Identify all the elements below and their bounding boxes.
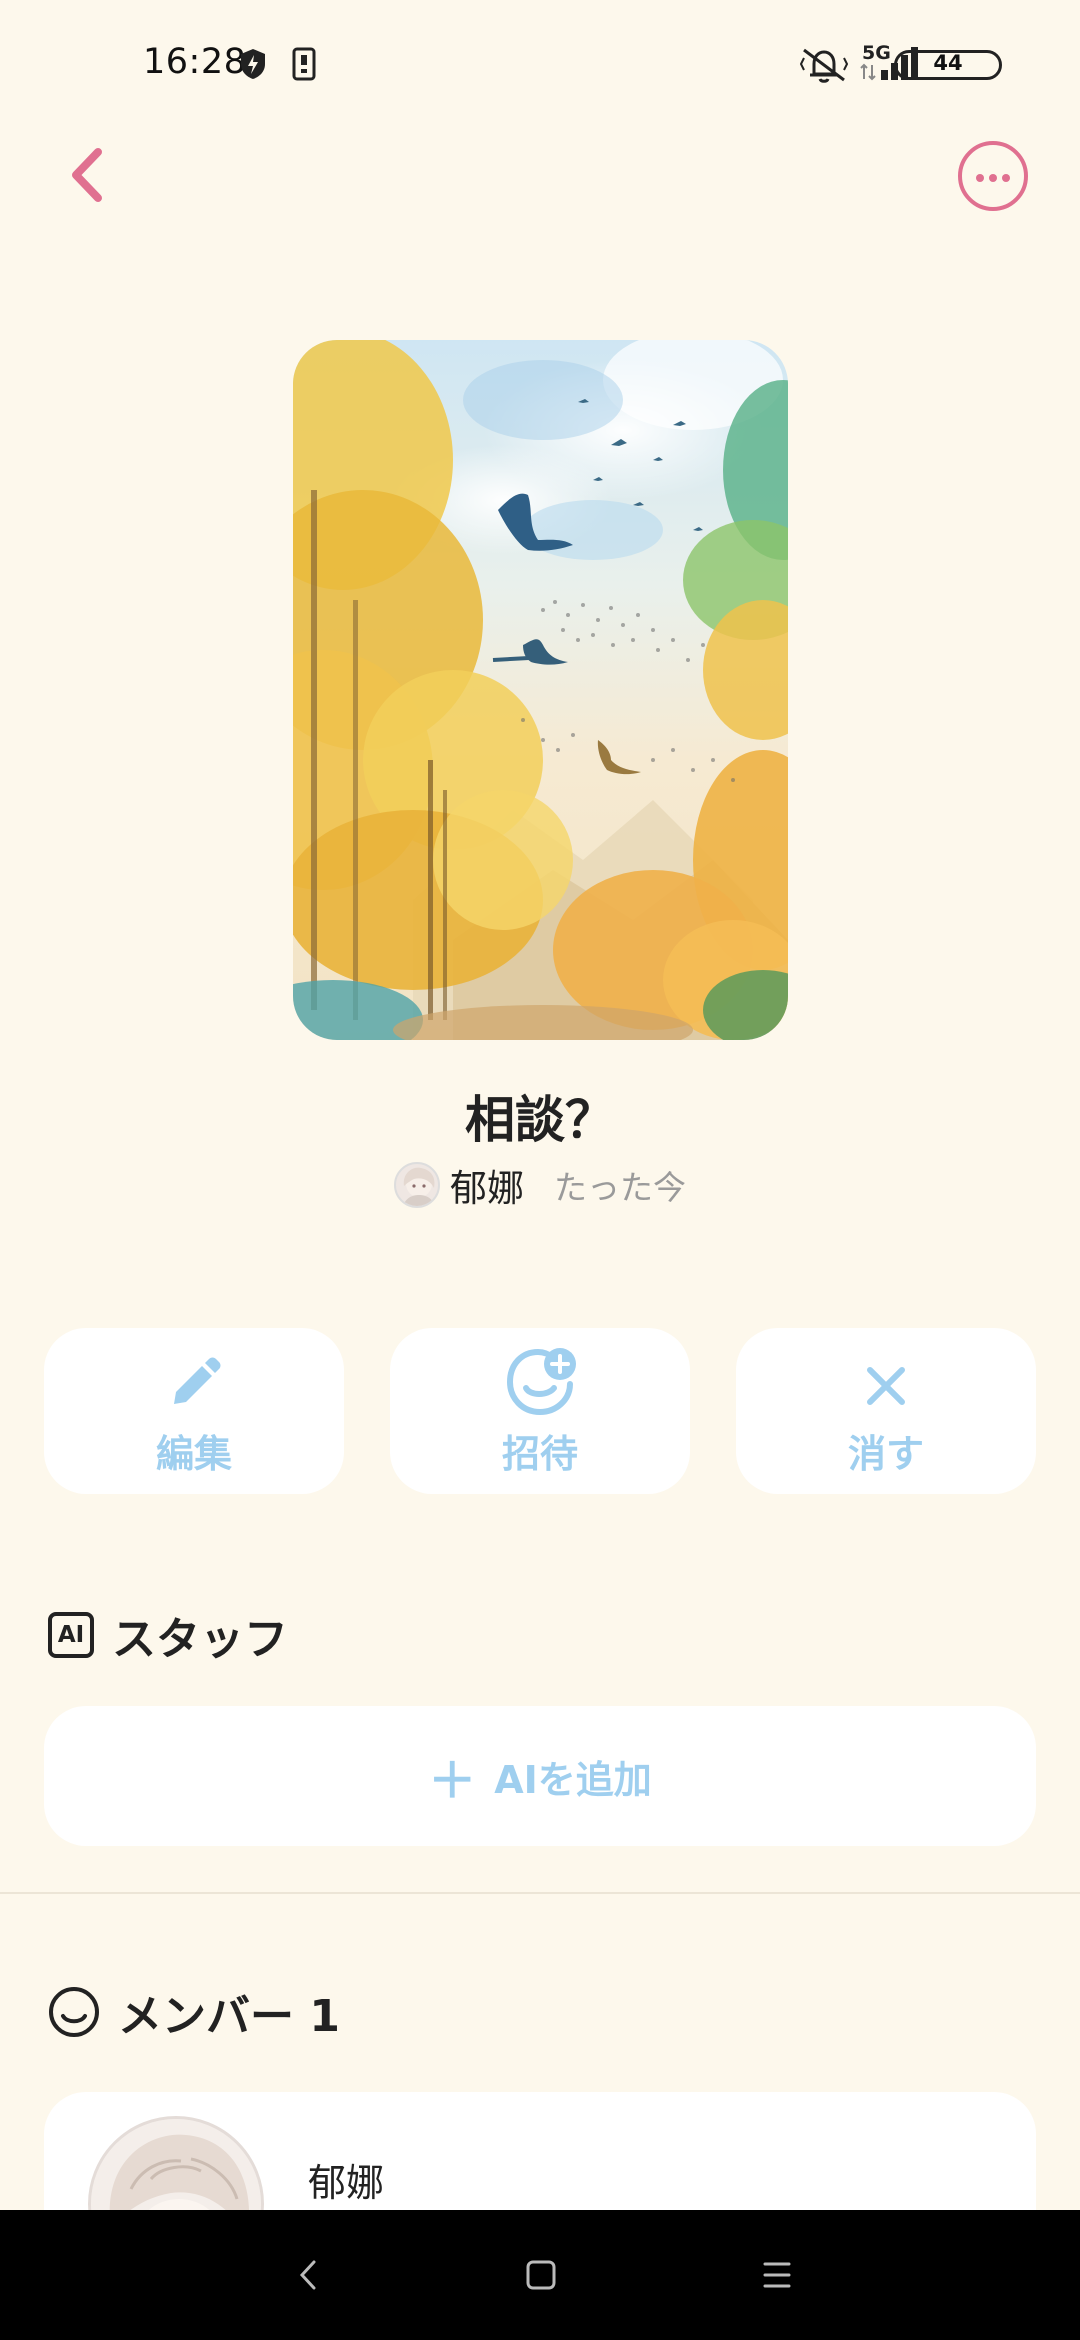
vibrate-off-icon [800, 48, 848, 83]
edit-button[interactable]: 編集 [44, 1328, 344, 1494]
add-ai-button[interactable]: ＋ AIを追加 [44, 1706, 1036, 1846]
system-nav-bar [0, 2210, 1080, 2340]
battery-indicator: 44 [894, 50, 1002, 80]
smile-icon [49, 1987, 99, 2037]
ai-section-header: AI スタッフ [48, 1603, 288, 1667]
nav-back-icon[interactable] [296, 2250, 320, 2300]
delete-label: 消す [847, 1432, 924, 1476]
back-button[interactable] [60, 140, 120, 210]
ai-icon: AI [48, 1612, 94, 1658]
plus-icon: ＋ [428, 1753, 477, 1809]
invite-label: 招待 [501, 1432, 578, 1476]
page-title: 相談？ [465, 1091, 615, 1149]
watercolor-forest-birds-illustration [293, 340, 788, 1040]
member-section-header: メンバー 1 [48, 1980, 340, 2044]
edit-label: 編集 [155, 1432, 232, 1476]
shield-icon [241, 49, 265, 79]
ai-section-title: スタッフ [112, 1614, 288, 1665]
nav-home-icon[interactable] [525, 2250, 557, 2300]
delete-button[interactable]: 消す [736, 1328, 1036, 1494]
chevron-left-icon [72, 148, 102, 202]
author-row: 郁娜 たった今 [0, 1158, 1080, 1212]
status-bar: 16:28 5G 44 [0, 0, 1080, 130]
add-ai-label: AIを追加 [494, 1757, 652, 1802]
pencil-icon [174, 1357, 221, 1404]
screen: 16:28 5G 44 相談？ 郁娜 たった今 編集 招待 消す AI スタッフ… [0, 0, 1080, 2340]
battery-level: 44 [933, 51, 963, 75]
post-time: たった今 [554, 1168, 686, 1207]
member-name: 郁娜 [308, 2161, 385, 2205]
sim-card-icon [292, 47, 316, 81]
avatar[interactable] [394, 1162, 440, 1208]
member-section-title: メンバー 1 [118, 1991, 340, 2042]
more-options-button[interactable] [958, 141, 1028, 211]
divider [0, 1892, 1080, 1894]
close-icon [867, 1367, 905, 1405]
status-time: 16:28 [143, 42, 247, 82]
data-arrows-icon [860, 63, 876, 81]
cover-image [293, 340, 788, 1040]
nav-menu-icon[interactable] [762, 2250, 792, 2300]
invite-smile-icon [506, 1348, 576, 1416]
author-name[interactable]: 郁娜 [450, 1158, 524, 1212]
invite-button[interactable]: 招待 [390, 1328, 690, 1494]
